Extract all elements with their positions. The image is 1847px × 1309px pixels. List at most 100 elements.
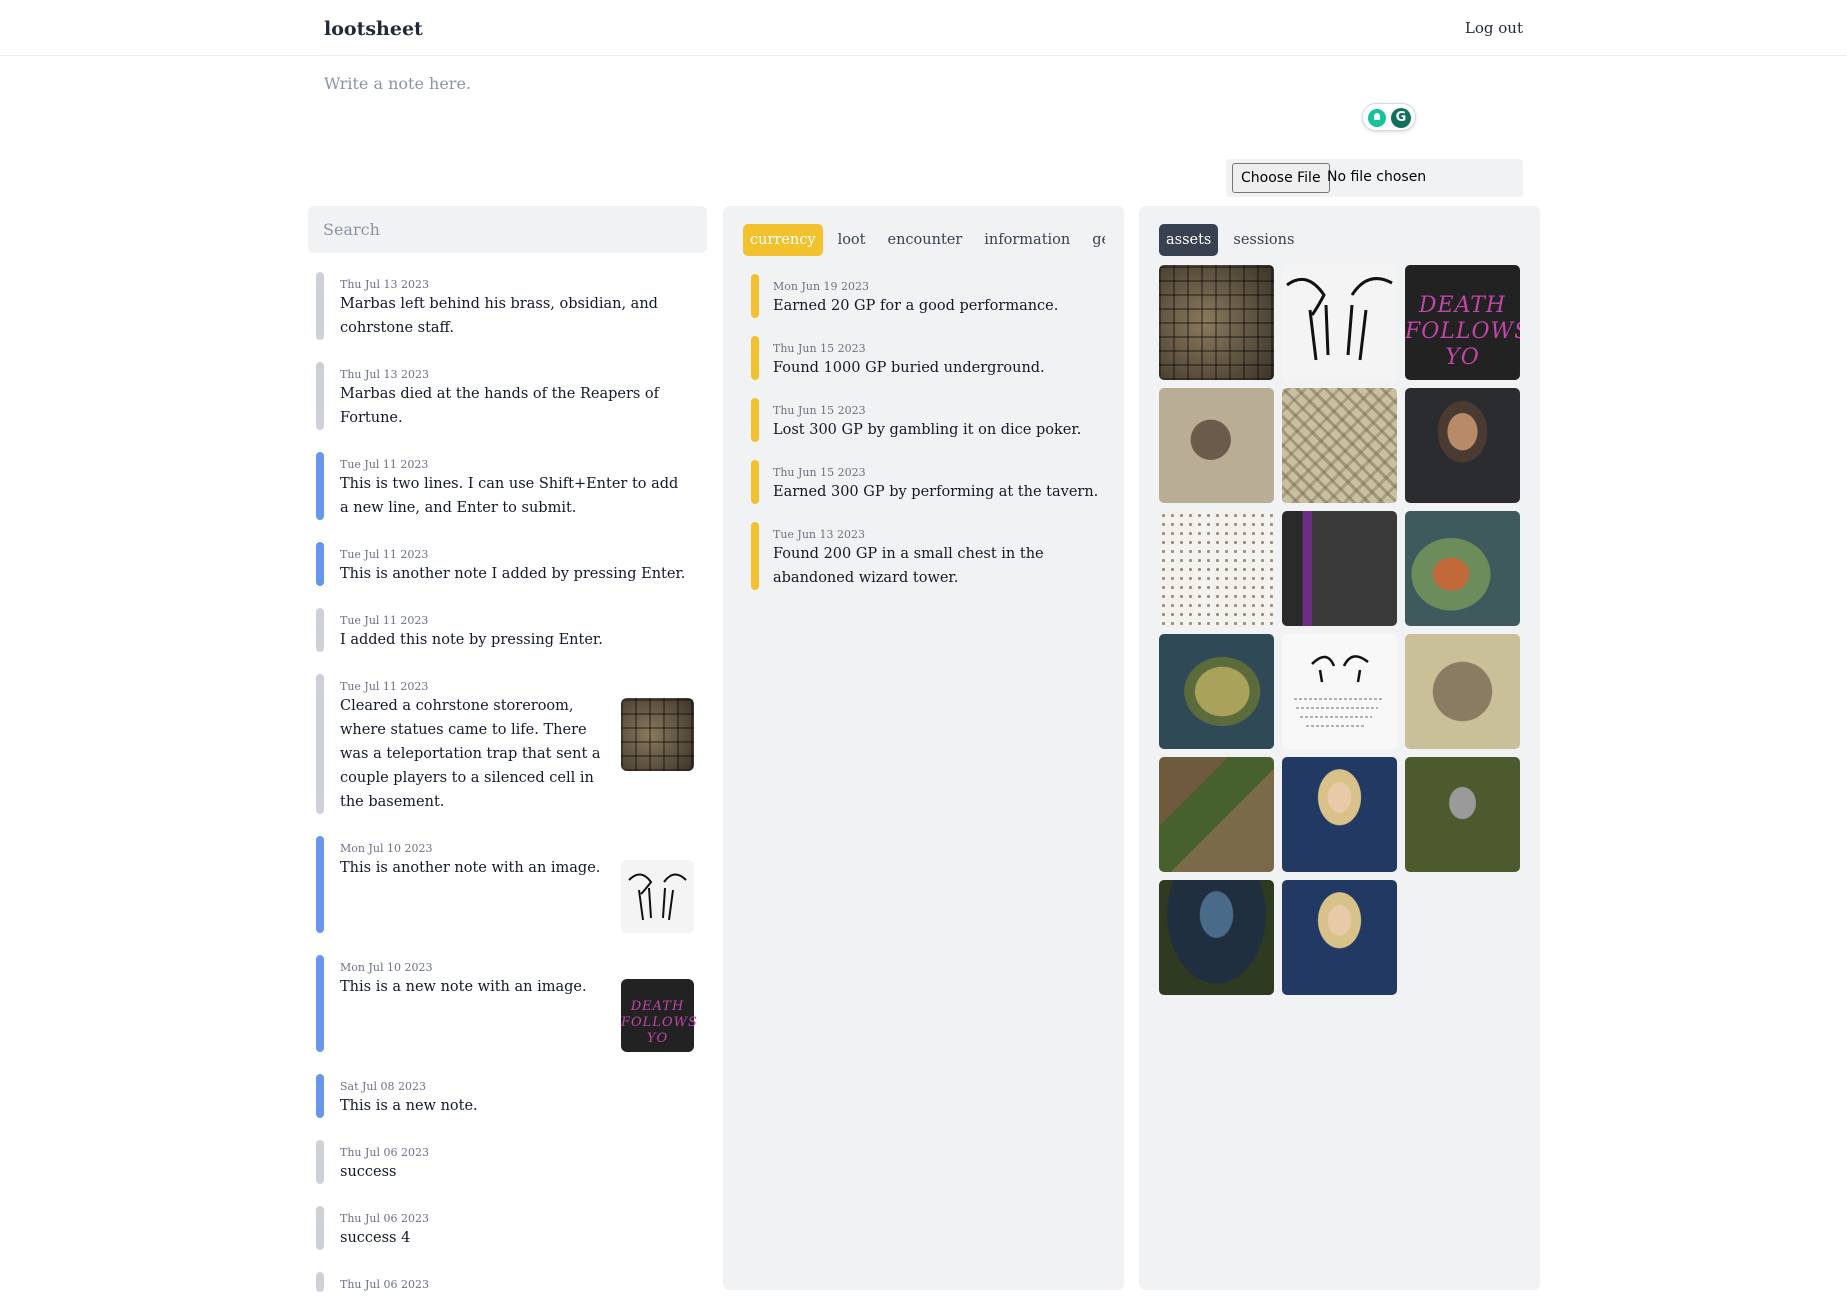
note-date: Thu Jul 06 2023 [340,1212,429,1225]
list-item[interactable]: Tue Jun 13 2023 Found 200 GP in a small … [751,522,1111,608]
asset-thumbnail[interactable] [1159,511,1274,626]
note-color-bar [316,542,324,586]
list-item[interactable]: Mon Jul 10 2023 This is a new note with … [314,955,697,1074]
note-text: I added this note by pressing Enter. [340,632,603,648]
note-date: Thu Jul 13 2023 [340,278,429,291]
grammarly-icon[interactable]: G [1391,108,1411,128]
entry-date: Mon Jun 19 2023 [773,280,870,293]
file-upload: Choose File No file chosen [1226,159,1523,197]
list-item[interactable]: Thu Jul 13 2023 Marbas left behind his b… [314,272,697,362]
asset-thumbnail[interactable] [1159,265,1274,380]
lightbulb-icon[interactable] [1368,109,1386,127]
list-item[interactable]: Thu Jun 15 2023 Lost 300 GP by gambling … [751,398,1111,460]
assets-panel: assets sessions DEATH FOLLOWS YO [1139,206,1540,1290]
brand-logo[interactable]: lootsheet [324,18,423,40]
asset-thumbnail[interactable] [1405,388,1520,503]
asset-thumbnail[interactable] [1159,880,1274,995]
note-date: Tue Jul 11 2023 [340,680,429,693]
entry-date: Thu Jun 15 2023 [773,466,866,479]
sketch-image [1286,277,1393,361]
logout-link[interactable]: Log out [1465,19,1523,37]
asset-thumbnail[interactable] [1282,511,1397,626]
list-item[interactable]: Tue Jul 11 2023 I added this note by pre… [314,608,697,674]
tab-loot[interactable]: loot [831,224,873,256]
entry-color-bar [751,522,759,590]
entry-text: Lost 300 GP by gambling it on dice poker… [773,422,1082,438]
asset-thumbnail[interactable] [1405,511,1520,626]
tab-currency[interactable]: currency [743,224,823,256]
list-item[interactable]: Thu Jun 15 2023 Found 1000 GP buried und… [751,336,1111,398]
asset-thumbnail[interactable] [1282,757,1397,872]
note-date: Tue Jul 11 2023 [340,548,429,561]
assets-tabs: assets sessions [1159,224,1521,256]
note-date: Thu Jul 06 2023 [340,1278,429,1291]
note-text: This is two lines. I can use Shift+Enter… [340,476,679,516]
list-item[interactable]: Tue Jul 11 2023 This is two lines. I can… [314,452,697,542]
note-text: This is a new note with an image. [340,979,587,995]
note-date: Tue Jul 11 2023 [340,614,429,627]
sketch-image [1294,655,1382,727]
note-date: Tue Jul 11 2023 [340,458,429,471]
note-image-thumbnail[interactable] [621,698,694,771]
asset-thumbnail[interactable] [1282,634,1397,749]
note-color-bar [316,272,324,340]
tab-information[interactable]: information [977,224,1077,256]
list-item[interactable]: Thu Jul 13 2023 Marbas died at the hands… [314,362,697,452]
list-item[interactable]: Sat Jul 08 2023 This is a new note. [314,1074,697,1140]
top-bar: lootsheet Log out [0,0,1847,56]
note-text: Cleared a cohrstone storeroom, where sta… [340,698,601,810]
note-text: This is another note I added by pressing… [340,566,686,582]
tab-sessions[interactable]: sessions [1226,224,1301,256]
asset-thumbnail[interactable]: DEATH FOLLOWS YO [1405,265,1520,380]
asset-thumbnail[interactable] [1405,634,1520,749]
note-text: success [340,1164,397,1180]
note-image-thumbnail[interactable] [621,860,694,933]
entry-text: Earned 300 GP by performing at the taver… [773,484,1099,500]
entry-color-bar [751,274,759,318]
asset-thumbnail[interactable] [1282,880,1397,995]
currency-entries: Mon Jun 19 2023 Earned 20 GP for a good … [751,274,1111,608]
asset-thumbnail[interactable] [1159,757,1274,872]
note-date: Sat Jul 08 2023 [340,1080,427,1093]
list-item[interactable]: Thu Jul 06 2023 [314,1272,697,1292]
asset-thumbnail[interactable] [1159,634,1274,749]
entry-color-bar [751,460,759,504]
grammarly-widget[interactable]: G [1362,103,1416,131]
tab-encounter[interactable]: encounter [881,224,970,256]
sketch-image [628,873,687,921]
note-image-thumbnail[interactable]: DEATH FOLLOWS YO [621,979,697,1052]
list-item[interactable]: Tue Jul 11 2023 Cleared a cohrstone stor… [314,674,697,836]
category-tabs: currencylootencounterinformation gene [743,224,1105,256]
note-color-bar [316,452,324,520]
list-item[interactable]: Mon Jun 19 2023 Earned 20 GP for a good … [751,274,1111,336]
list-item[interactable]: Thu Jul 06 2023 success [314,1140,697,1206]
list-item[interactable]: Mon Jul 10 2023 This is another note wit… [314,836,697,955]
tab-assets[interactable]: assets [1159,224,1219,256]
list-item[interactable]: Tue Jul 11 2023 This is another note I a… [314,542,697,608]
note-color-bar [316,608,324,652]
file-status-text: No file chosen [1327,169,1427,185]
note-date: Mon Jul 10 2023 [340,961,433,974]
asset-thumbnail[interactable] [1405,757,1520,872]
notes-list: Thu Jul 13 2023 Marbas left behind his b… [314,272,697,1292]
search-input[interactable] [308,206,707,253]
note-date: Thu Jul 13 2023 [340,368,429,381]
note-text: Marbas left behind his brass, obsidian, … [340,296,658,336]
note-date: Thu Jul 06 2023 [340,1146,429,1159]
asset-thumbnail[interactable] [1282,388,1397,503]
note-color-bar [316,1074,324,1118]
entry-text: Found 200 GP in a small chest in the aba… [773,546,1044,586]
choose-file-button[interactable]: Choose File [1232,163,1330,193]
asset-thumbnail[interactable] [1282,265,1397,380]
entry-color-bar [751,336,759,380]
note-color-bar [316,674,324,814]
entry-text: Found 1000 GP buried underground. [773,360,1045,376]
entry-color-bar [751,398,759,442]
list-item[interactable]: Thu Jul 06 2023 success 4 [314,1206,697,1272]
tab-general[interactable]: gene [1085,224,1105,256]
list-item[interactable]: Thu Jun 15 2023 Earned 300 GP by perform… [751,460,1111,522]
asset-thumbnail[interactable] [1159,388,1274,503]
category-panel: currencylootencounterinformation gene Mon… [723,206,1124,1290]
note-composer-input[interactable] [324,74,1524,134]
note-text: success 4 [340,1230,411,1246]
